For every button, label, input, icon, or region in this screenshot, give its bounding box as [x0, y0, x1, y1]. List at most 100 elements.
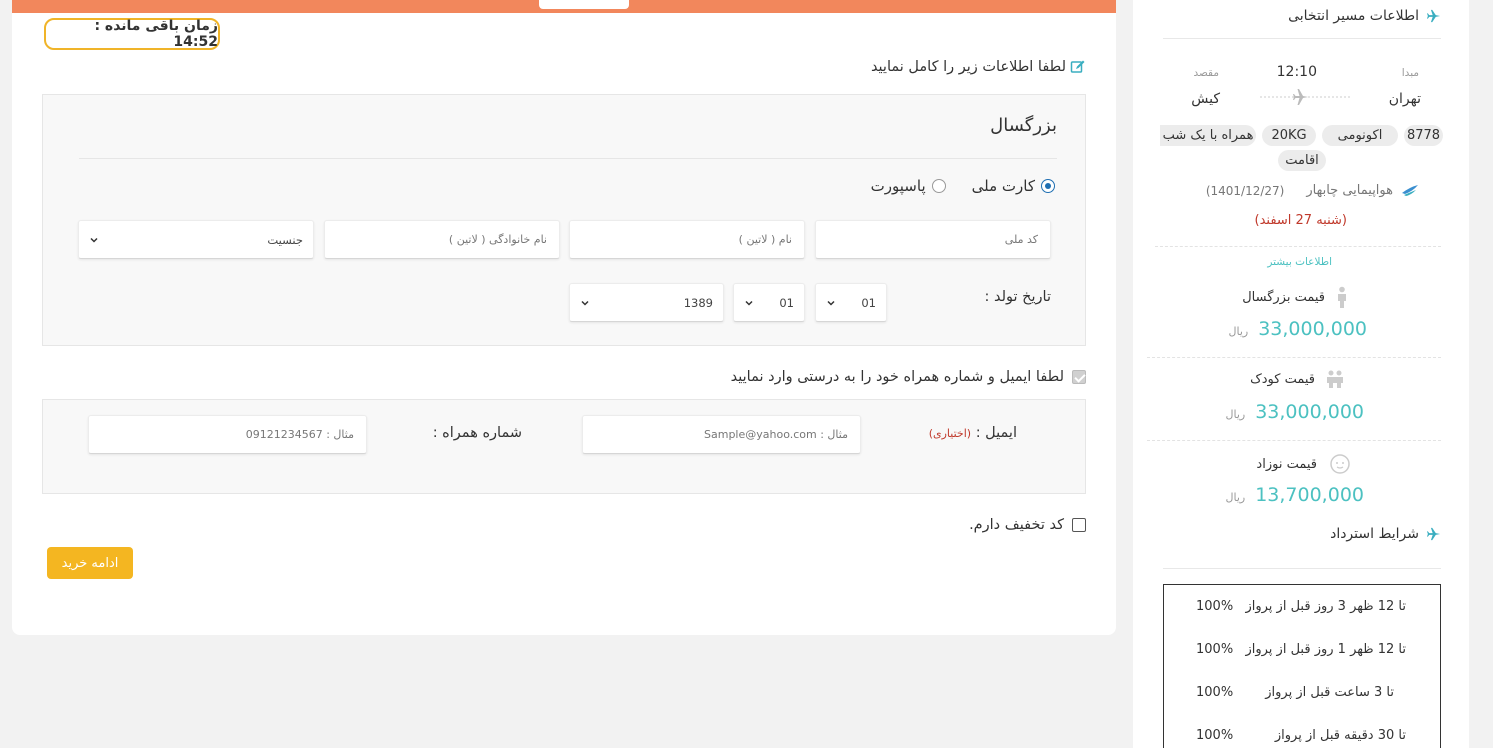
email-label: ایمیل : (اختیاری) [929, 425, 1017, 441]
plane-icon [1427, 527, 1441, 541]
email-input[interactable] [583, 416, 860, 453]
discount-label: کد تخفیف دارم. [969, 517, 1064, 533]
active-step-tab[interactable] [539, 0, 629, 9]
plane-icon [1427, 9, 1441, 23]
national-code-field[interactable] [815, 220, 1051, 259]
infant-price-label-row: قیمت نوزاد [1256, 453, 1353, 475]
infant-price-label: قیمت نوزاد [1256, 456, 1317, 472]
child-price-amount: 33,000,000 [1255, 401, 1364, 423]
gender-select-value: جنسیت [267, 232, 303, 247]
last-name-field[interactable] [324, 220, 560, 259]
email-label-text: ایمیل : [975, 425, 1017, 441]
refund-condition: تا 12 ظهر 1 روز قبل از پرواز [1245, 641, 1406, 657]
adult-price-currency: ریال [1228, 325, 1249, 338]
flight-day: (شنبه 27 اسفند) [1254, 213, 1348, 228]
infant-price-currency: ریال [1225, 491, 1246, 504]
flight-summary-sidebar: اطلاعات مسیر انتخابی مبدا مقصد 12:10 تهر… [1133, 0, 1469, 748]
refund-row: تا 30 دقیقه قبل از پرواز 100% [1164, 725, 1440, 745]
email-optional-note: (اختیاری) [928, 427, 972, 440]
last-name-input[interactable] [325, 221, 559, 258]
countdown-timer: زمان باقی مانده : 14:52 [44, 18, 220, 50]
gender-select[interactable]: جنسیت [78, 220, 314, 259]
chevron-down-icon [581, 300, 589, 306]
sidebar-divider [1163, 568, 1441, 569]
refund-row: تا 12 ظهر 3 روز قبل از پرواز 100% [1164, 596, 1440, 616]
form-heading-text: لطفا اطلاعات زیر را کامل نمایید [870, 59, 1066, 75]
id-type-group: کارت ملی پاسپورت [871, 177, 1055, 195]
sidebar-divider [1163, 38, 1441, 39]
infant-icon [1330, 454, 1350, 474]
route-title: اطلاعات مسیر انتخابی [1288, 8, 1441, 24]
child-price-label-row: قیمت کودک [1250, 369, 1345, 389]
mobile-input[interactable] [89, 416, 366, 453]
child-price-row: 33,000,000 ریال [1225, 401, 1364, 423]
airline-name: هواپیمایی چابهار [1306, 183, 1393, 198]
passenger-panel: بزرگسال کارت ملی پاسپورت جنسیت تاریخ تول… [42, 94, 1086, 346]
passenger-form-card: زمان باقی مانده : 14:52 لطفا اطلاعات زیر… [12, 0, 1116, 635]
top-progress-bar [12, 0, 1116, 13]
edit-icon [1070, 60, 1085, 73]
first-name-field[interactable] [569, 220, 805, 259]
route-title-text: اطلاعات مسیر انتخابی [1288, 8, 1419, 24]
adult-icon [1338, 286, 1346, 308]
continue-purchase-button[interactable]: ادامه خرید [47, 547, 133, 579]
refund-percent: 100% [1196, 641, 1234, 657]
child-price-label: قیمت کودک [1250, 371, 1315, 387]
child-icon [1327, 370, 1343, 388]
refund-table: تا 12 ظهر 3 روز قبل از پرواز 100% تا 12 … [1163, 584, 1441, 748]
departure-time: 12:10 [1276, 64, 1317, 80]
refund-title-text: شرایط استرداد [1330, 526, 1419, 542]
passport-label: پاسپورت [870, 177, 926, 195]
discount-checkbox[interactable] [1072, 518, 1086, 532]
birth-month-value: 01 [779, 295, 794, 310]
passport-radio[interactable] [931, 179, 946, 193]
contact-heading-text: لطفا ایمیل و شماره همراه خود را به درستی… [730, 369, 1064, 385]
birth-day-value: 01 [861, 295, 876, 310]
first-name-input[interactable] [570, 221, 804, 258]
adult-price-amount: 33,000,000 [1258, 318, 1367, 340]
refund-row: تا 12 ظهر 1 روز قبل از پرواز 100% [1164, 639, 1440, 659]
adult-price-label-row: قیمت بزرگسال [1242, 286, 1349, 308]
refund-condition: تا 30 دقیقه قبل از پرواز [1274, 727, 1406, 743]
baggage-badge: 20KG [1262, 125, 1316, 146]
more-info-link[interactable]: اطلاعات بیشتر [1267, 256, 1332, 268]
mobile-label: شماره همراه : [432, 425, 522, 441]
refund-condition: تا 12 ظهر 3 روز قبل از پرواز [1245, 598, 1406, 614]
mobile-field[interactable] [88, 415, 367, 454]
origin-city: تهران [1388, 91, 1421, 107]
national-code-input[interactable] [816, 221, 1050, 258]
birth-month-select[interactable]: 01 [733, 283, 805, 322]
panel-divider [79, 158, 1057, 159]
infant-price-row: 13,700,000 ریال [1225, 484, 1364, 506]
flight-path-icon [1260, 89, 1351, 105]
refund-row: تا 3 ساعت قبل از پرواز 100% [1164, 682, 1440, 702]
flight-date: (1401/12/27) [1205, 183, 1285, 198]
discount-row[interactable]: کد تخفیف دارم. [969, 517, 1086, 533]
chevron-down-icon [90, 237, 98, 243]
refund-percent: 100% [1196, 727, 1234, 743]
refund-percent: 100% [1196, 684, 1234, 700]
birth-year-value: 1389 [683, 295, 713, 310]
email-field[interactable] [582, 415, 861, 454]
refund-condition: تا 3 ساعت قبل از پرواز [1265, 684, 1394, 700]
sidebar-dashed-divider [1147, 440, 1441, 441]
birth-year-select[interactable]: 1389 [569, 283, 724, 322]
destination-caption: مقصد [1193, 67, 1219, 79]
birth-day-select[interactable]: 01 [815, 283, 887, 322]
contact-heading: لطفا ایمیل و شماره همراه خود را به درستی… [731, 369, 1086, 385]
refund-title: شرایط استرداد [1330, 526, 1441, 542]
origin-caption: مبدا [1401, 67, 1419, 79]
sidebar-dashed-divider [1147, 357, 1441, 358]
refund-percent: 100% [1196, 598, 1234, 614]
infant-price-amount: 13,700,000 [1255, 484, 1364, 506]
national-card-radio[interactable] [1041, 179, 1055, 193]
child-price-currency: ریال [1225, 408, 1246, 421]
chevron-down-icon [745, 300, 753, 306]
adult-price-row: 33,000,000 ریال [1228, 318, 1367, 340]
adult-price-label: قیمت بزرگسال [1242, 289, 1325, 305]
chevron-down-icon [827, 300, 835, 306]
form-heading: لطفا اطلاعات زیر را کامل نمایید [871, 59, 1086, 75]
sidebar-dashed-divider [1155, 246, 1441, 247]
destination-city: کیش [1191, 91, 1220, 107]
contact-checkbox[interactable] [1072, 370, 1086, 384]
